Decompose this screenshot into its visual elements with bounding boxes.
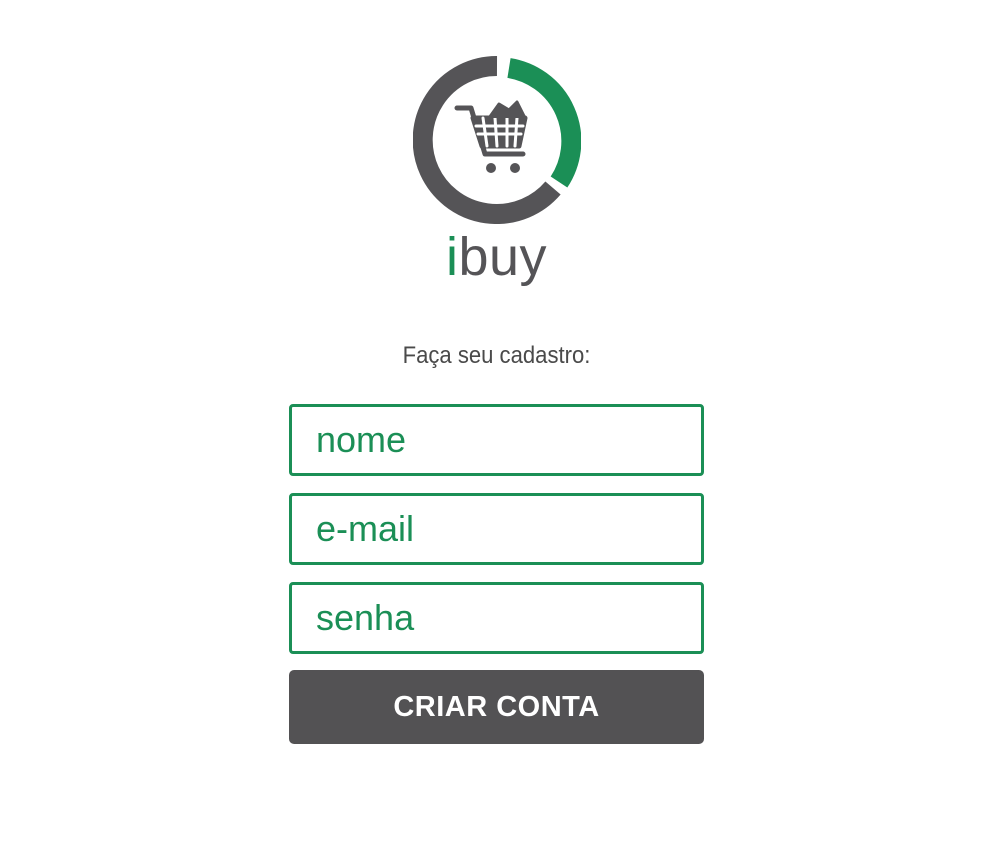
name-input[interactable] [289, 404, 704, 476]
brand-wordmark-accent: i [445, 227, 459, 287]
brand-wordmark: ibuy [0, 224, 993, 290]
shopping-cart-icon [454, 100, 528, 173]
email-input[interactable] [289, 493, 704, 565]
brand-logo [413, 56, 581, 224]
form-subtitle: Faça seu cadastro: [402, 342, 591, 369]
brand-wordmark-rest: buy [458, 227, 548, 287]
logo-ring-icon [413, 56, 581, 224]
password-input[interactable] [289, 582, 704, 654]
create-account-button[interactable]: CRIAR CONTA [289, 670, 704, 744]
